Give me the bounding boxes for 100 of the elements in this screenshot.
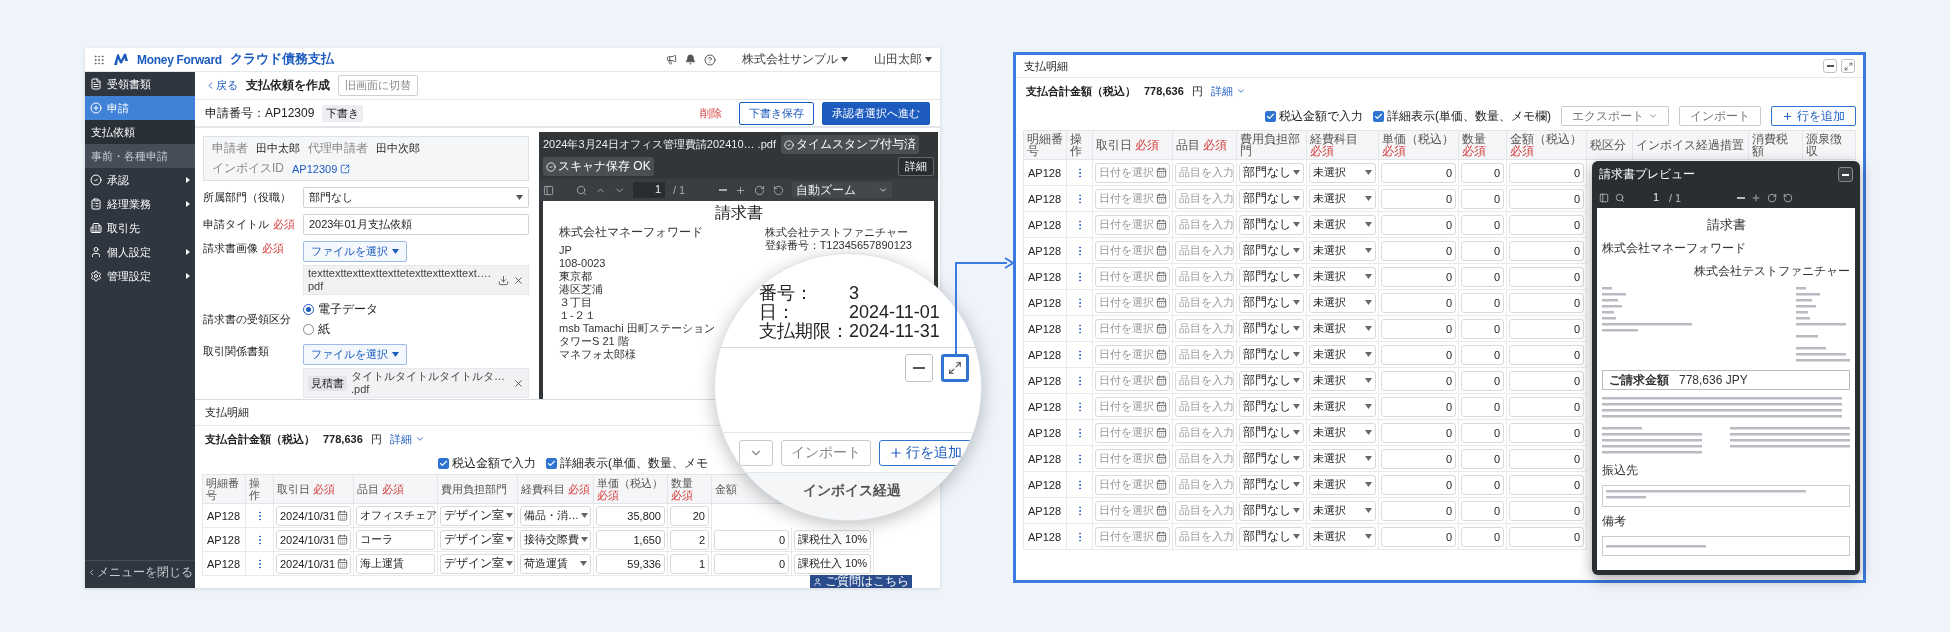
department-select[interactable]: 部門なし xyxy=(1239,240,1304,261)
expand-button[interactable] xyxy=(941,354,969,382)
close-icon[interactable] xyxy=(513,377,524,389)
amount-field[interactable]: 0 xyxy=(1509,188,1584,209)
department-select[interactable]: 部門なし xyxy=(1239,396,1304,417)
date-field[interactable]: 2024/10/31 xyxy=(276,529,351,550)
unit-price-field[interactable]: 0 xyxy=(1381,188,1456,209)
help-button[interactable]: ご質問はこちら xyxy=(810,575,912,588)
quantity-field[interactable]: 2 xyxy=(670,529,709,550)
sidebar-item[interactable]: 取引先 xyxy=(85,216,195,240)
sidebar-item[interactable]: 受領書類 xyxy=(85,72,195,96)
quantity-field[interactable]: 0 xyxy=(1461,396,1504,417)
amount-field[interactable]: 0 xyxy=(1509,344,1584,365)
tax-select[interactable]: 課税仕入 10% xyxy=(794,529,871,550)
department-select[interactable]: 部門なし xyxy=(303,187,529,208)
add-row-button[interactable]: 行を追加 xyxy=(879,439,972,466)
unit-price-field[interactable]: 0 xyxy=(1381,318,1456,339)
close-icon[interactable] xyxy=(513,274,524,286)
user-menu[interactable]: 山田太郎 xyxy=(874,51,932,68)
account-select[interactable]: 接待交際費 xyxy=(520,529,591,550)
expand-button[interactable] xyxy=(1841,59,1855,73)
department-select[interactable]: 部門なし xyxy=(1239,162,1304,183)
sidebar-item[interactable]: 申請 xyxy=(85,96,195,120)
department-select[interactable]: 部門なし xyxy=(1239,370,1304,391)
department-select[interactable]: 部門なし xyxy=(1239,188,1304,209)
department-select[interactable]: 部門なし xyxy=(1239,266,1304,287)
department-select[interactable]: 部門なし xyxy=(1239,474,1304,495)
help-icon[interactable] xyxy=(704,53,716,66)
zoom-select[interactable]: 自動ズーム xyxy=(792,182,893,198)
add-row-button[interactable]: 行を追加 xyxy=(1771,106,1856,126)
sidebar-item[interactable]: 経理業務 xyxy=(85,192,195,216)
amount-field[interactable]: 0 xyxy=(1509,162,1584,183)
amount-field[interactable]: 0 xyxy=(1509,370,1584,391)
quantity-field[interactable]: 0 xyxy=(1461,240,1504,261)
title-field[interactable]: 2023年01月支払依頼 xyxy=(303,214,529,235)
quantity-field[interactable]: 0 xyxy=(1461,448,1504,469)
department-select[interactable]: 部門なし xyxy=(1239,292,1304,313)
sidebar-subitem[interactable]: 事前・各種申請 xyxy=(85,144,195,168)
detail-button[interactable]: 詳細 xyxy=(898,157,934,176)
account-select[interactable]: 荷造運賃 xyxy=(520,553,591,574)
account-select[interactable]: 未選択 xyxy=(1309,188,1376,209)
detail-link[interactable]: 詳細 xyxy=(1210,83,1246,99)
unit-price-field[interactable]: 59,336 xyxy=(596,553,665,574)
sidebar-item[interactable]: 管理設定 xyxy=(85,264,195,288)
amount-field[interactable]: 0 xyxy=(1509,526,1584,547)
search-icon[interactable] xyxy=(576,184,587,196)
minimize-button[interactable] xyxy=(1838,167,1853,182)
date-field[interactable]: 2024/10/31 xyxy=(276,553,351,574)
unit-price-field[interactable]: 0 xyxy=(1381,344,1456,365)
department-select[interactable]: 部門なし xyxy=(1239,422,1304,443)
amount-field[interactable]: 0 xyxy=(1509,318,1584,339)
department-select[interactable]: デザイン室 xyxy=(440,529,515,550)
department-select[interactable]: 部門なし xyxy=(1239,500,1304,521)
export-button[interactable]: エクスポート xyxy=(1561,106,1669,126)
save-draft-button[interactable]: 下書き保存 xyxy=(739,101,814,125)
quantity-field[interactable]: 0 xyxy=(1461,188,1504,209)
import-button[interactable]: インポート xyxy=(781,439,871,466)
unit-price-field[interactable]: 0 xyxy=(1381,448,1456,469)
amount-field[interactable]: 0 xyxy=(1509,292,1584,313)
department-select[interactable]: 部門なし xyxy=(1239,318,1304,339)
megaphone-icon[interactable] xyxy=(666,54,677,65)
amount-field[interactable]: 0 xyxy=(1509,500,1584,521)
unit-price-field[interactable]: 0 xyxy=(1381,370,1456,391)
unit-price-field[interactable]: 0 xyxy=(1381,500,1456,521)
quantity-field[interactable]: 0 xyxy=(1461,370,1504,391)
account-select[interactable]: 未選択 xyxy=(1309,240,1376,261)
account-select[interactable]: 未選択 xyxy=(1309,474,1376,495)
unit-price-field[interactable]: 0 xyxy=(1381,266,1456,287)
invoice-id-link[interactable]: AP12309 xyxy=(292,162,351,175)
unit-price-field[interactable]: 1,650 xyxy=(596,529,665,550)
amount-field[interactable]: 0 xyxy=(1509,266,1584,287)
quantity-field[interactable]: 1 xyxy=(670,553,709,574)
amount-field[interactable]: 0 xyxy=(1509,214,1584,235)
amount-field[interactable]: 0 xyxy=(1509,422,1584,443)
account-select[interactable]: 未選択 xyxy=(1309,396,1376,417)
tax-select[interactable]: 課税仕入 10% xyxy=(794,553,871,574)
checkbox[interactable] xyxy=(546,457,557,469)
account-select[interactable]: 未選択 xyxy=(1309,344,1376,365)
quantity-field[interactable]: 0 xyxy=(1461,474,1504,495)
minimize-button[interactable] xyxy=(1823,59,1837,73)
department-select[interactable]: デザイン室 xyxy=(440,505,515,526)
account-select[interactable]: 未選択 xyxy=(1309,318,1376,339)
quantity-field[interactable]: 0 xyxy=(1461,214,1504,235)
amount-field[interactable]: 0 xyxy=(1509,474,1584,495)
amount-field[interactable]: 0 xyxy=(714,553,789,574)
search-icon[interactable] xyxy=(1615,193,1625,203)
sidebar-subitem[interactable]: 支払依頼 xyxy=(85,120,195,144)
amount-field[interactable]: 0 xyxy=(1509,240,1584,261)
bell-icon[interactable] xyxy=(685,54,696,65)
unit-price-field[interactable]: 0 xyxy=(1381,396,1456,417)
account-select[interactable]: 未選択 xyxy=(1309,526,1376,547)
department-select[interactable]: 部門なし xyxy=(1239,448,1304,469)
unit-price-field[interactable]: 0 xyxy=(1381,422,1456,443)
checkbox[interactable] xyxy=(438,457,449,469)
department-select[interactable]: 部門なし xyxy=(1239,526,1304,547)
sidebar-toggle-icon[interactable] xyxy=(543,184,554,196)
switch-screen-button[interactable]: 旧画面に切替 xyxy=(338,75,418,96)
company-menu[interactable]: 株式会社サンプル xyxy=(742,51,848,68)
quantity-field[interactable]: 0 xyxy=(1461,526,1504,547)
account-select[interactable]: 備品・消… xyxy=(520,505,591,526)
